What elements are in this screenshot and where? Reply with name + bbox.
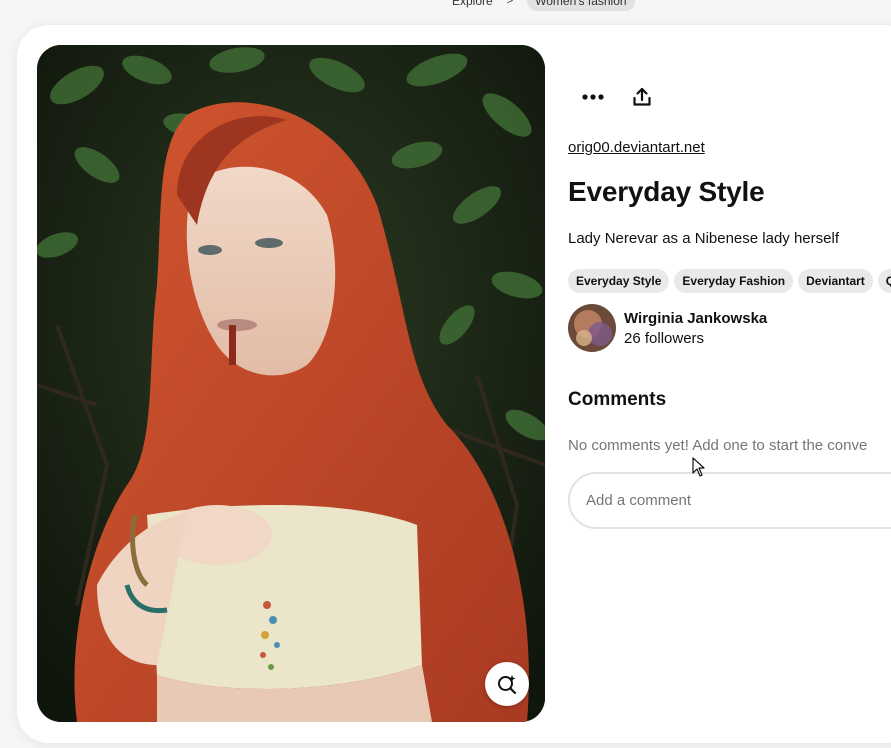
pin-title: Everyday Style — [568, 176, 765, 207]
comments-heading: Comments — [568, 389, 667, 410]
visual-search-icon — [498, 675, 517, 695]
share-button[interactable] — [625, 84, 658, 110]
comments-empty-text: No comments yet! Add one to start the co… — [568, 437, 868, 454]
tag-chip[interactable]: Everyday Fashion — [674, 269, 794, 293]
breadcrumb-separator: > — [506, 0, 514, 7]
avatar-image — [568, 304, 616, 352]
breadcrumb: Explore > Women's fashion — [452, 0, 635, 11]
tag-chip[interactable]: Everyday Style — [568, 269, 670, 293]
more-horizontal-icon — [581, 94, 604, 100]
pin-description: Lady Nerevar as a Nibenese lady herself — [568, 230, 839, 247]
pin-actions — [576, 84, 658, 110]
mouse-cursor-icon — [692, 457, 705, 477]
creator-followers: 26 followers — [624, 329, 705, 347]
source-link[interactable]: orig00.deviantart.net — [568, 139, 705, 156]
breadcrumb-item-explore[interactable]: Explore — [452, 0, 493, 8]
pin-photo — [37, 45, 545, 722]
tag-chip[interactable]: Deviantart — [798, 269, 873, 293]
pin-image[interactable] — [37, 45, 545, 722]
tag-list: Everyday Style Everyday Fashion Devianta… — [568, 269, 891, 293]
share-upload-icon — [632, 87, 651, 106]
avatar[interactable] — [568, 304, 616, 352]
comment-input[interactable] — [568, 472, 891, 529]
creator-name[interactable]: Wirginia Jankowska — [624, 310, 767, 327]
creator-info: Wirginia Jankowska 26 followers — [568, 304, 767, 352]
breadcrumb-item-womens-fashion[interactable]: Women's fashion — [527, 0, 635, 11]
more-options-button[interactable] — [576, 84, 609, 110]
tag-chip[interactable]: Quic — [877, 269, 891, 293]
visual-search-button[interactable] — [485, 662, 529, 706]
